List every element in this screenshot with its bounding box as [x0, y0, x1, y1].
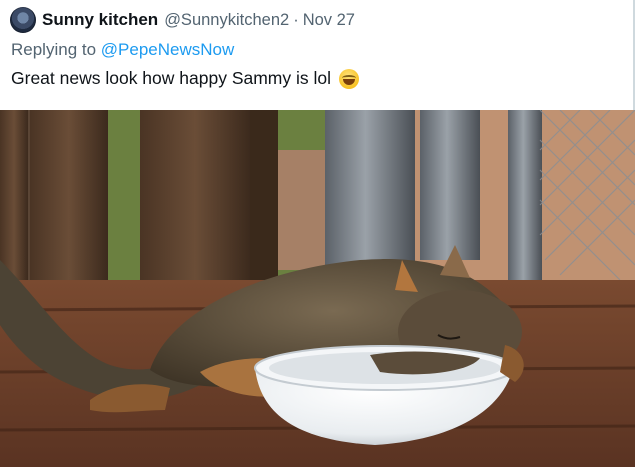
separator-dot: · [293, 10, 299, 29]
grinning-squinting-face-emoji-icon [339, 68, 359, 89]
reply-mention-link[interactable]: @PepeNewsNow [101, 40, 234, 59]
tweet-header: Sunny kitchen @Sunnykitchen2 · Nov 27 [10, 7, 355, 33]
tweet: Sunny kitchen @Sunnykitchen2 · Nov 27 Re… [0, 0, 635, 467]
tweet-body: Great news look how happy Sammy is lol [11, 68, 331, 88]
display-name[interactable]: Sunny kitchen [42, 10, 158, 30]
tweet-date[interactable]: Nov 27 [303, 11, 355, 30]
tweet-photo[interactable] [0, 110, 635, 467]
avatar[interactable] [10, 7, 36, 33]
user-handle[interactable]: @Sunnykitchen2 [164, 11, 289, 30]
reply-context: Replying to @PepeNewsNow [11, 40, 234, 60]
tweet-text: Great news look how happy Sammy is lol [11, 68, 359, 89]
reply-prefix: Replying to [11, 40, 101, 59]
